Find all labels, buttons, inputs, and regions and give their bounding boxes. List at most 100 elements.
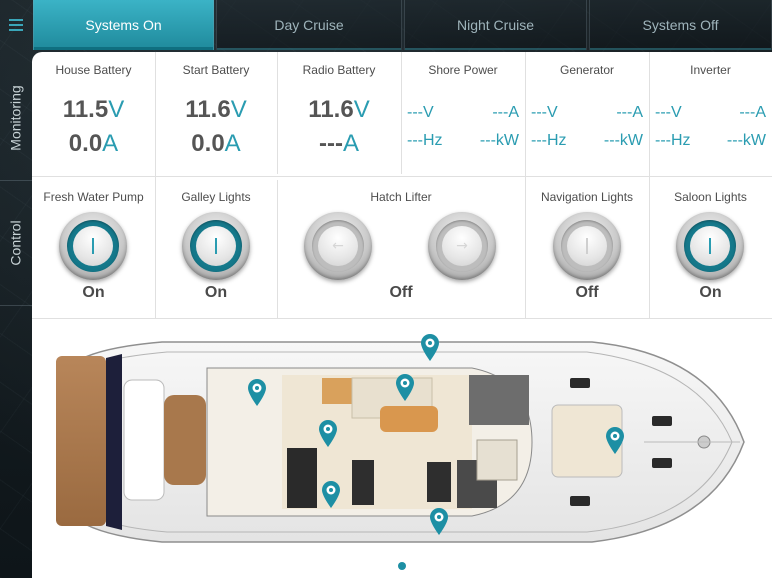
frequency-value: ---Hz xyxy=(531,132,567,149)
location-pin-icon[interactable] xyxy=(394,372,416,402)
radio-battery-card: Radio Battery 11.6 V --- A xyxy=(277,52,401,176)
side-tab-bar: Monitoring Control xyxy=(0,50,32,578)
galley-lights-title: Galley Lights xyxy=(181,190,251,204)
side-tab-control[interactable]: Control xyxy=(0,185,32,300)
house-battery-current: 0.0 A xyxy=(32,130,155,158)
side-tab-monitoring-label: Monitoring xyxy=(8,84,24,151)
voltage-value: 11.6 xyxy=(185,96,231,123)
voltage-value: 11.5 xyxy=(62,96,109,123)
galley-lights-toggle[interactable] xyxy=(182,212,250,280)
voltage-value: ---V xyxy=(655,104,682,121)
current-value: ---A xyxy=(616,104,643,121)
hatch-lifter-card: Hatch Lifter ← → Off xyxy=(277,180,525,318)
location-pin-icon[interactable] xyxy=(428,506,450,536)
voltage-value: ---V xyxy=(407,104,434,121)
location-pin-icon[interactable] xyxy=(246,377,268,407)
shore-power-title: Shore Power xyxy=(428,63,498,77)
menu-button[interactable] xyxy=(0,0,32,50)
galley-counter xyxy=(287,448,317,508)
shore-power-va-row: ---V ---A xyxy=(407,104,519,122)
location-pin-icon[interactable] xyxy=(317,418,339,448)
house-battery-card: House Battery 11.5 V 0.0 A xyxy=(32,52,155,176)
current-value: 0.0 xyxy=(191,130,225,157)
fresh-water-pump-toggle[interactable] xyxy=(59,212,127,280)
location-pin-icon[interactable] xyxy=(419,332,441,362)
arrow-left-icon: ← xyxy=(318,226,358,266)
current-value: --- xyxy=(319,130,343,157)
generator-va-row: ---V ---A xyxy=(531,104,643,122)
shore-power-card: Shore Power ---V ---A ---Hz ---kW xyxy=(401,52,525,176)
navigation-lights-state: Off xyxy=(575,284,599,301)
generator-card: Generator ---V ---A ---Hz ---kW xyxy=(525,52,649,176)
saloon-lights-toggle[interactable] xyxy=(676,212,744,280)
tab-day-cruise[interactable]: Day Cruise xyxy=(216,0,402,50)
current-unit: A xyxy=(102,130,119,157)
navigation-lights-toggle[interactable] xyxy=(553,212,621,280)
location-pin-icon[interactable] xyxy=(604,425,626,455)
start-battery-voltage: 11.6 V xyxy=(155,96,277,124)
salon-table xyxy=(380,406,438,432)
stairs xyxy=(476,439,518,481)
row-divider xyxy=(32,318,772,319)
house-battery-voltage: 11.5 V xyxy=(32,96,155,124)
start-battery-current: 0.0 A xyxy=(155,130,277,158)
saloon-lights-title: Saloon Lights xyxy=(674,190,747,204)
power-icon xyxy=(196,226,236,266)
hatch-lifter-title: Hatch Lifter xyxy=(370,190,432,204)
anchor-locker-starboard xyxy=(652,458,672,468)
power-value: ---kW xyxy=(479,132,519,149)
saloon-lights-card: Saloon Lights On xyxy=(649,180,772,318)
frequency-value: ---Hz xyxy=(655,132,691,149)
power-value: ---kW xyxy=(726,132,766,149)
swim-platform xyxy=(56,356,106,526)
side-separator xyxy=(0,180,32,181)
voltage-value: 11.6 xyxy=(308,96,354,123)
current-unit: A xyxy=(342,130,359,157)
power-icon xyxy=(567,226,607,266)
house-battery-title: House Battery xyxy=(55,63,132,77)
inverter-hzkw-row: ---Hz ---kW xyxy=(655,132,766,150)
voltage-unit: V xyxy=(230,96,247,123)
hamburger-menu-icon xyxy=(9,19,23,31)
inverter-title: Inverter xyxy=(690,63,731,77)
current-value: 0.0 xyxy=(68,130,103,157)
tab-night-cruise[interactable]: Night Cruise xyxy=(404,0,587,50)
helm-seat xyxy=(427,462,451,502)
generator-hzkw-row: ---Hz ---kW xyxy=(531,132,643,150)
radio-battery-voltage: 11.6 V xyxy=(277,96,401,124)
galley-lights-state: On xyxy=(204,284,228,301)
navigation-lights-card: Navigation Lights Off xyxy=(525,180,649,318)
arrow-right-icon: → xyxy=(442,226,482,266)
anchor-locker-port xyxy=(652,416,672,426)
radio-battery-current: --- A xyxy=(277,130,401,158)
tab-systems-off[interactable]: Systems Off xyxy=(589,0,772,50)
fresh-water-pump-state: On xyxy=(82,284,105,301)
main-panel: House Battery 11.5 V 0.0 A Start Battery 1… xyxy=(32,52,772,578)
galley-lights-card: Galley Lights On xyxy=(155,180,277,318)
cockpit-table xyxy=(164,395,206,485)
hatch-lifter-up-button[interactable]: → xyxy=(428,212,496,280)
current-value: ---A xyxy=(739,104,766,121)
start-battery-title: Start Battery xyxy=(182,63,250,77)
location-pin-icon[interactable] xyxy=(320,479,342,509)
side-tab-monitoring[interactable]: Monitoring xyxy=(0,60,32,175)
side-separator xyxy=(0,305,32,306)
cockpit-bench xyxy=(123,379,165,501)
page-indicator-dot[interactable] xyxy=(398,562,406,570)
power-icon xyxy=(73,226,113,266)
radio-battery-title: Radio Battery xyxy=(302,63,376,77)
side-tab-control-label: Control xyxy=(8,219,25,266)
tab-systems-on[interactable]: Systems On xyxy=(33,0,214,50)
hatch-port xyxy=(570,378,590,388)
generator-title: Generator xyxy=(559,63,615,77)
power-value: ---kW xyxy=(603,132,643,149)
top-tab-bar: Systems On Day Cruise Night Cruise Syste… xyxy=(0,0,772,50)
row-divider xyxy=(32,176,772,177)
transom xyxy=(106,354,122,530)
hatch-lifter-down-button[interactable]: ← xyxy=(304,212,372,280)
fresh-water-pump-card: Fresh Water Pump On xyxy=(32,180,155,318)
salon-seat xyxy=(322,378,352,404)
hatch-lifter-state: Off xyxy=(389,284,413,301)
hatch-starboard xyxy=(570,496,590,506)
frequency-value: ---Hz xyxy=(407,132,443,149)
